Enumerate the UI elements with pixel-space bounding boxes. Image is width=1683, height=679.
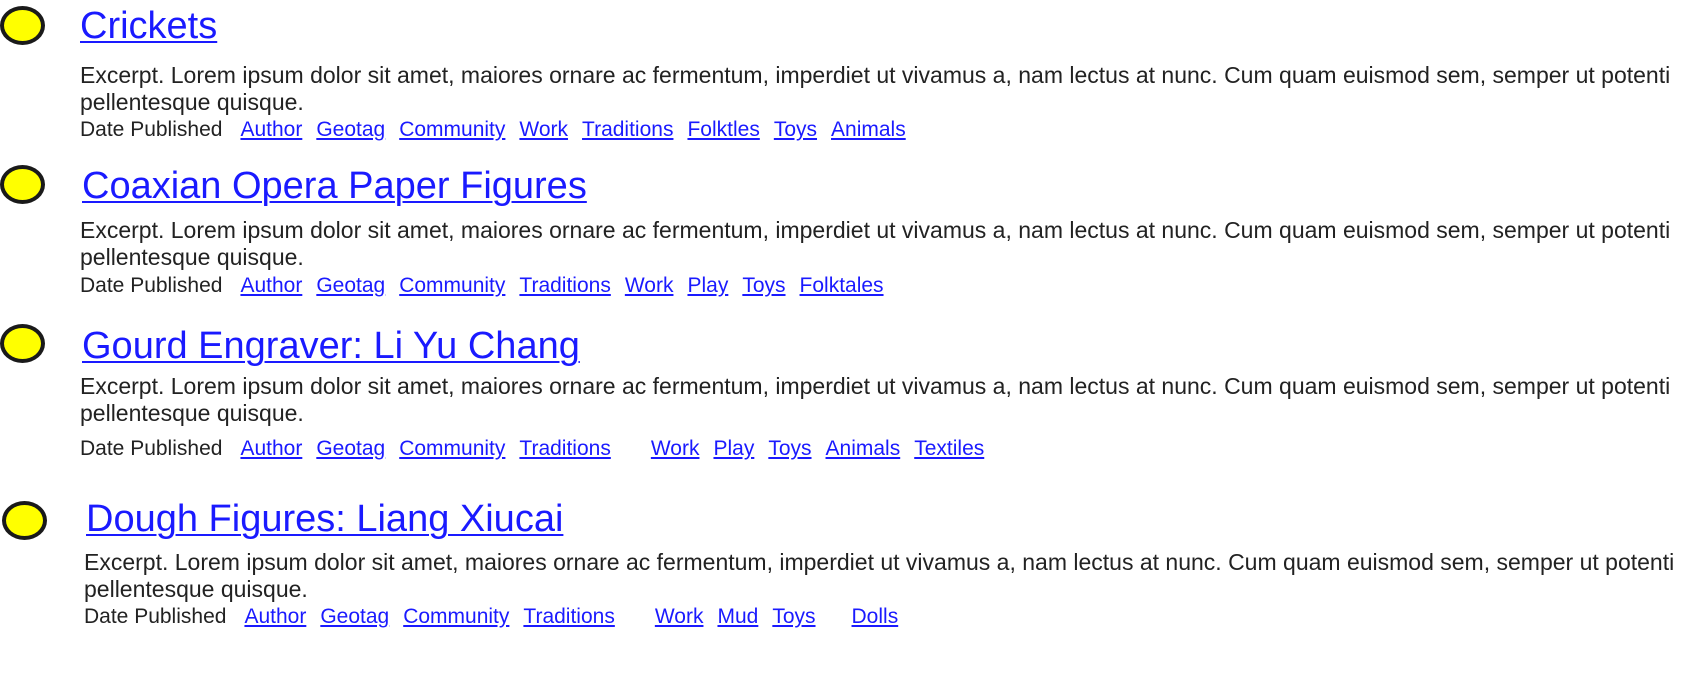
tag-link[interactable]: Play bbox=[687, 274, 728, 297]
tag-link[interactable]: Author bbox=[244, 605, 306, 628]
tag-link[interactable]: Toys bbox=[772, 605, 815, 628]
yellow-circle-icon bbox=[2, 501, 47, 540]
tag-link[interactable]: Toys bbox=[742, 274, 785, 297]
tag-link[interactable]: Toys bbox=[774, 118, 817, 141]
tag-link[interactable]: Traditions bbox=[523, 605, 614, 628]
article-title-link[interactable]: Coaxian Opera Paper Figures bbox=[82, 165, 587, 207]
article-excerpt: Excerpt. Lorem ipsum dolor sit amet, mai… bbox=[80, 62, 1671, 115]
tag-link[interactable]: Geotag bbox=[320, 605, 389, 628]
tag-link[interactable]: Author bbox=[240, 274, 302, 297]
tag-link[interactable]: Folktales bbox=[800, 274, 884, 297]
tag-link[interactable]: Geotag bbox=[316, 437, 385, 460]
tag-link[interactable]: Work bbox=[651, 437, 700, 460]
article-excerpt: Excerpt. Lorem ipsum dolor sit amet, mai… bbox=[80, 373, 1671, 426]
date-published: Date Published bbox=[84, 605, 227, 628]
tag-link[interactable]: Author bbox=[240, 118, 302, 141]
tag-link[interactable]: Animals bbox=[831, 118, 906, 141]
yellow-circle-icon bbox=[0, 324, 45, 363]
date-published: Date Published bbox=[80, 274, 223, 297]
tag-link[interactable]: Toys bbox=[768, 437, 811, 460]
article-title-link[interactable]: Crickets bbox=[80, 5, 217, 47]
article-meta: Date Published Author Geotag Community Work T… bbox=[80, 118, 920, 142]
tag-link[interactable]: Work bbox=[519, 118, 568, 141]
tag-link[interactable]: Community bbox=[399, 437, 505, 460]
article-title-link[interactable]: Gourd Engraver: Li Yu Chang bbox=[82, 325, 580, 367]
tag-link[interactable]: Folktles bbox=[687, 118, 759, 141]
article-title: Crickets bbox=[80, 6, 217, 46]
tag-link[interactable]: Work bbox=[625, 274, 674, 297]
article-meta: Date Published Author Geotag Community Tradi… bbox=[80, 274, 898, 298]
tag-link[interactable]: Community bbox=[403, 605, 509, 628]
tag-link[interactable]: Animals bbox=[826, 437, 901, 460]
article-meta: Date Published Author Geotag Community Tradi… bbox=[80, 437, 998, 461]
tag-link[interactable]: Traditions bbox=[519, 274, 610, 297]
article-title: Gourd Engraver: Li Yu Chang bbox=[82, 326, 580, 366]
tag-link[interactable]: Traditions bbox=[519, 437, 610, 460]
date-published: Date Published bbox=[80, 118, 223, 141]
tag-link[interactable]: Geotag bbox=[316, 274, 385, 297]
date-published: Date Published bbox=[80, 437, 223, 460]
tag-link[interactable]: Author bbox=[240, 437, 302, 460]
tag-link[interactable]: Traditions bbox=[582, 118, 673, 141]
article-meta: Date Published Author Geotag Community Tradi… bbox=[84, 605, 912, 629]
yellow-circle-icon bbox=[0, 6, 45, 45]
tag-link[interactable]: Work bbox=[655, 605, 704, 628]
article-title-link[interactable]: Dough Figures: Liang Xiucai bbox=[86, 498, 563, 540]
yellow-circle-icon bbox=[0, 165, 45, 204]
article-excerpt: Excerpt. Lorem ipsum dolor sit amet, mai… bbox=[80, 217, 1671, 270]
tag-link[interactable]: Community bbox=[399, 118, 505, 141]
tag-link[interactable]: Mud bbox=[717, 605, 758, 628]
tag-link[interactable]: Geotag bbox=[316, 118, 385, 141]
tag-link[interactable]: Textiles bbox=[914, 437, 984, 460]
article-excerpt: Excerpt. Lorem ipsum dolor sit amet, mai… bbox=[84, 549, 1675, 602]
tag-link[interactable]: Community bbox=[399, 274, 505, 297]
tag-link[interactable]: Play bbox=[713, 437, 754, 460]
article-title: Dough Figures: Liang Xiucai bbox=[86, 499, 563, 539]
tag-link[interactable]: Dolls bbox=[852, 605, 899, 628]
article-title: Coaxian Opera Paper Figures bbox=[82, 166, 587, 206]
